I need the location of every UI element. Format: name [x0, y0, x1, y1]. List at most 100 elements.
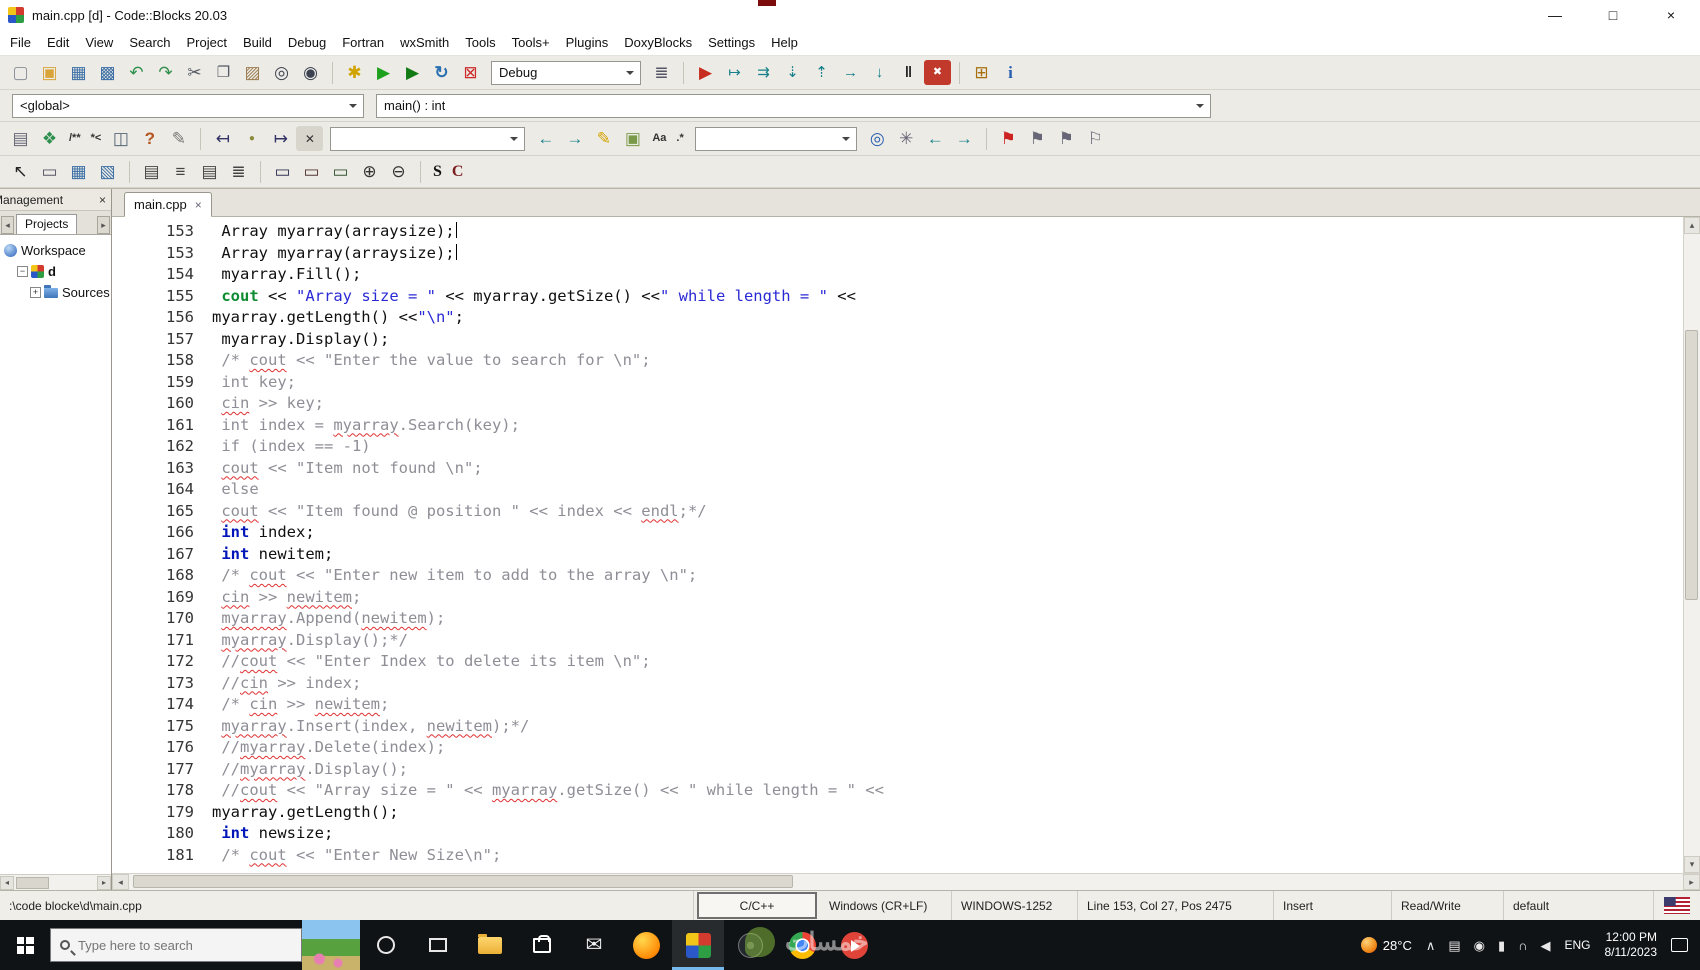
- pointer-tool-icon[interactable]: ↖: [7, 159, 34, 184]
- search-prev-icon[interactable]: ←: [922, 126, 949, 151]
- tree-item-workspace[interactable]: Workspace: [0, 240, 111, 261]
- panel-tool-icon[interactable]: ▭: [298, 159, 325, 184]
- abbreviations-icon[interactable]: ▤: [7, 126, 34, 151]
- screen-cast-icon[interactable]: ▤: [1448, 939, 1460, 952]
- store-icon[interactable]: [516, 920, 568, 970]
- align-center-icon[interactable]: ≡: [167, 159, 194, 184]
- tab-scroll-right-icon[interactable]: ▸: [97, 216, 110, 234]
- code-line[interactable]: 173 //cin >> index;: [114, 673, 1683, 695]
- cortana-icon[interactable]: [360, 920, 412, 970]
- code-line[interactable]: 154 myarray.Fill();: [114, 264, 1683, 286]
- zoom-out-icon[interactable]: ⊖: [385, 159, 412, 184]
- prev-bookmark-icon[interactable]: ⚑: [1024, 126, 1051, 151]
- code-line[interactable]: 161 int index = myarray.Search(key);: [114, 415, 1683, 437]
- thesaurus-icon[interactable]: C: [448, 159, 468, 184]
- run-icon[interactable]: ▶: [370, 60, 397, 85]
- tab-projects[interactable]: Projects: [16, 214, 78, 234]
- taskbar-search[interactable]: [50, 928, 302, 962]
- various-info-icon[interactable]: i: [997, 60, 1024, 85]
- scope-combo[interactable]: <global>: [12, 93, 364, 118]
- chrome-icon[interactable]: [776, 920, 828, 970]
- editor-vertical-scrollbar[interactable]: ▴ ▾: [1683, 217, 1700, 873]
- mail-icon[interactable]: ✉: [568, 920, 620, 970]
- break-debugger-icon[interactable]: ‖: [895, 60, 922, 85]
- regex-icon[interactable]: .*: [672, 126, 687, 151]
- file-explorer-icon[interactable]: [464, 920, 516, 970]
- open-file-icon[interactable]: ▣: [36, 60, 63, 85]
- record-position-icon[interactable]: ●: [238, 126, 265, 151]
- maximize-button[interactable]: □: [1584, 0, 1642, 30]
- code-line[interactable]: 153 Array myarray(arraysize);: [114, 243, 1683, 265]
- vertical-scroll-thumb[interactable]: [1685, 330, 1698, 600]
- doxy-settings-icon[interactable]: ✎: [165, 126, 192, 151]
- tree-item-sources[interactable]: + Sources: [0, 282, 111, 303]
- toggle-comments-view-icon[interactable]: ◫: [107, 126, 134, 151]
- paste-icon[interactable]: ▨: [239, 60, 266, 85]
- sidebar-horizontal-scrollbar[interactable]: ◂ ▸: [0, 874, 111, 890]
- code-line[interactable]: 174 /* cin >> newitem;: [114, 694, 1683, 716]
- menu-help[interactable]: Help: [763, 32, 806, 53]
- build-target-combo[interactable]: Debug: [491, 60, 641, 85]
- menu-build[interactable]: Build: [235, 32, 280, 53]
- doxy-block-comment-icon[interactable]: /**: [65, 126, 85, 151]
- frame-tool-icon[interactable]: ▭: [269, 159, 296, 184]
- rebuild-icon[interactable]: ↻: [428, 60, 455, 85]
- next-line-icon[interactable]: ⇉: [750, 60, 777, 85]
- task-view-icon[interactable]: [412, 920, 464, 970]
- code-line[interactable]: 169 cin >> newitem;: [114, 587, 1683, 609]
- code-line[interactable]: 181 /* cout << "Enter New Size\n";: [114, 845, 1683, 867]
- undo-icon[interactable]: ↶: [123, 60, 150, 85]
- clear-search-icon[interactable]: ✕: [296, 126, 324, 151]
- copy-icon[interactable]: ❐: [210, 60, 237, 85]
- spellcheck-icon[interactable]: S: [429, 159, 446, 184]
- clear-bookmarks-icon[interactable]: ⚐: [1082, 126, 1109, 151]
- code-editor[interactable]: 153 Array myarray(arraysize); 153 Array m…: [112, 217, 1683, 873]
- highlight-occurrences-icon[interactable]: ✎: [590, 126, 617, 151]
- code-line[interactable]: 157 myarray.Display();: [114, 329, 1683, 351]
- image-tool-icon[interactable]: ▦: [65, 159, 92, 184]
- tab-scroll-left-icon[interactable]: ◂: [1, 216, 14, 234]
- menu-debug[interactable]: Debug: [280, 32, 334, 53]
- code-line[interactable]: 165 cout << "Item found @ position " << …: [114, 501, 1683, 523]
- code-line[interactable]: 156 myarray.getLength() <<"\n";: [114, 307, 1683, 329]
- search-next-icon[interactable]: →: [951, 126, 978, 151]
- dropdown-arrow-icon[interactable]: [510, 137, 519, 145]
- dropdown-arrow-icon[interactable]: [841, 137, 850, 145]
- minimize-button[interactable]: —: [1526, 0, 1584, 30]
- align-right-icon[interactable]: ▤: [196, 159, 223, 184]
- collapse-icon[interactable]: −: [17, 266, 28, 277]
- disk-tool-icon[interactable]: [724, 920, 776, 970]
- dropdown-arrow-icon[interactable]: [626, 71, 634, 79]
- prev-occurrence-icon[interactable]: ←: [532, 126, 559, 151]
- code-line[interactable]: 159 int key;: [114, 372, 1683, 394]
- new-file-icon[interactable]: ▢: [7, 60, 34, 85]
- step-out-icon[interactable]: ⇡: [808, 60, 835, 85]
- debugging-windows-icon[interactable]: ⊞: [968, 60, 995, 85]
- code-line[interactable]: 179 myarray.getLength();: [114, 802, 1683, 824]
- language-flag-icon[interactable]: [1664, 897, 1690, 914]
- incremental-search-combo[interactable]: [694, 126, 857, 151]
- redo-icon[interactable]: ↷: [152, 60, 179, 85]
- video-app-icon[interactable]: [828, 920, 880, 970]
- start-button[interactable]: [0, 920, 50, 970]
- selected-text-icon[interactable]: ▣: [619, 126, 646, 151]
- code-line[interactable]: 175 myarray.Insert(index, newitem);*/: [114, 716, 1683, 738]
- code-line[interactable]: 178 //cout << "Array size = " << myarray…: [114, 780, 1683, 802]
- code-line[interactable]: 180 int newsize;: [114, 823, 1683, 845]
- scroll-left-icon[interactable]: ◂: [112, 874, 129, 890]
- tab-main-cpp[interactable]: main.cpp ×: [124, 192, 212, 217]
- code-line[interactable]: 153 Array myarray(arraysize);: [114, 221, 1683, 243]
- horizontal-scroll-thumb[interactable]: [133, 875, 793, 888]
- incremental-search-icon[interactable]: ◎: [864, 126, 891, 151]
- code-line[interactable]: 177 //myarray.Display();: [114, 759, 1683, 781]
- zoom-in-icon[interactable]: ⊕: [356, 159, 383, 184]
- code-line[interactable]: 171 myarray.Display();*/: [114, 630, 1683, 652]
- code-line[interactable]: 162 if (index == -1): [114, 436, 1683, 458]
- close-button[interactable]: ×: [1642, 0, 1700, 30]
- run-to-cursor-icon[interactable]: ↦: [721, 60, 748, 85]
- code-line[interactable]: 172 //cout << "Enter Index to delete its…: [114, 651, 1683, 673]
- sidebar-scroll-right-icon[interactable]: ▸: [97, 875, 111, 890]
- selection-rect-icon[interactable]: ▭: [36, 159, 63, 184]
- menu-tools-[interactable]: Tools+: [504, 32, 558, 53]
- weather-widget[interactable]: 28°C: [1360, 937, 1412, 953]
